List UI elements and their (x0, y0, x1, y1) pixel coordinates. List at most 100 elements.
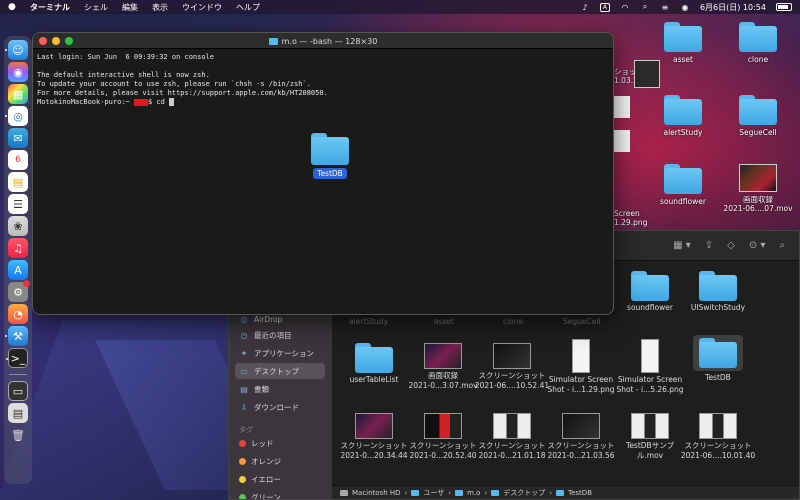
video-thumbnail (739, 164, 777, 192)
dock-minimized-window[interactable]: ▭ (8, 381, 28, 401)
tag-icon[interactable]: ◇ (727, 240, 735, 251)
sidebar-item-documents[interactable]: ▤ 書類 (235, 381, 325, 397)
desktop-icon-screen-recording[interactable]: 画面収録 2021-06....07.mov (723, 164, 793, 213)
menu-help[interactable]: ヘルプ (236, 2, 260, 13)
desktop-icon-asset[interactable]: asset (648, 22, 718, 64)
input-source-icon[interactable]: A (599, 2, 610, 12)
menu-window[interactable]: ウインドウ (182, 2, 222, 13)
dock-reminders[interactable]: ☰ (8, 194, 28, 214)
dock-music[interactable]: ♫ (8, 238, 28, 258)
control-center-icon[interactable]: ≡ (660, 2, 670, 12)
file-item-screenshot[interactable]: スクリーンショット 2021-0...21.01.18 (478, 413, 546, 461)
file-item-uiswitchstudy[interactable]: UISwitchStudy (685, 271, 751, 313)
share-icon[interactable]: ⇪ (705, 240, 713, 251)
file-item-simulator-screenshot[interactable]: Simulator Screen Shot - i...5.26.png (616, 339, 684, 395)
terminal-window[interactable]: m.o — -bash — 128×30 Last login: Sun Jun… (32, 32, 614, 315)
reminders-icon: ☰ (13, 197, 23, 211)
path-segment[interactable]: ユーザ (423, 488, 444, 498)
file-label: SegueCell (563, 317, 601, 326)
file-item-screenshot[interactable]: スクリーンショット 2021-06....10.01.40 (681, 413, 755, 461)
screenshot-thumbnail[interactable] (634, 60, 660, 88)
wifi-icon[interactable]: ◠ (620, 2, 630, 12)
dock-siri[interactable]: ◉ (8, 62, 28, 82)
siri-icon[interactable]: ◉ (680, 2, 690, 12)
folder-icon (268, 37, 278, 45)
file-item-screenshot[interactable]: スクリーンショット 2021-0...21.03.56 (547, 413, 615, 461)
folder-icon (664, 95, 702, 125)
tag-dot-icon (239, 439, 246, 447)
clock[interactable]: 6月6日(日) 10:54 (700, 2, 766, 13)
dock-calendar[interactable]: 6 (8, 150, 28, 170)
desktop-icon-clone[interactable]: clone (723, 22, 793, 64)
sidebar-tag-red[interactable]: レッド (235, 435, 325, 451)
sidebar-item-downloads[interactable]: ⇩ ダウンロード (235, 399, 325, 415)
desktop-icon-label-partial: Screen 1.29.png (614, 209, 648, 227)
app-menu[interactable]: ターミナル (30, 2, 70, 13)
dock-mail[interactable]: ✉ (8, 128, 28, 148)
sidebar-item-recents[interactable]: ◷ 最近の項目 (235, 327, 325, 343)
file-item-usertablelist[interactable]: userTableList (341, 343, 407, 385)
apps-icon: ✦ (240, 348, 248, 358)
path-segment[interactable]: m.o (467, 489, 480, 497)
folder-icon (411, 489, 420, 496)
dragged-folder[interactable]: TestDB (311, 133, 349, 179)
path-segment[interactable]: Macintosh HD (352, 489, 401, 497)
image-thumbnail (424, 413, 462, 439)
terminal-titlebar[interactable]: m.o — -bash — 128×30 (33, 33, 613, 49)
window-title: m.o — -bash — 128×30 (33, 33, 613, 49)
desktop-icon-soundflower[interactable]: soundflower (648, 164, 718, 206)
sidebar-tag-green[interactable]: グリーン (235, 489, 325, 499)
image-thumbnail (699, 413, 737, 439)
hammer-icon: ⚒ (13, 329, 23, 343)
folder-icon (699, 338, 737, 368)
sidebar-item-desktop[interactable]: ▭ デスクトップ (235, 363, 325, 379)
dock-photos[interactable]: ❀ (8, 216, 28, 236)
sidebar-tag-orange[interactable]: オレンジ (235, 453, 325, 469)
file-item-soundflower[interactable]: soundflower (617, 271, 683, 313)
desktop-icon-alertstudy[interactable]: alertStudy (648, 95, 718, 137)
file-item-simulator-screenshot[interactable]: Simulator Screen Shot - i...1.29.png (547, 339, 615, 395)
menu-shell[interactable]: シェル (84, 2, 108, 13)
screenshot-thumbnail[interactable] (614, 130, 630, 152)
more-icon[interactable]: ⊙ ▾ (749, 240, 766, 251)
sidebar-item-applications[interactable]: ✦ アプリケーション (235, 345, 325, 361)
clock-icon: ◷ (240, 330, 248, 340)
dock-chrome[interactable]: ◎ (5, 106, 28, 126)
file-item-screen-recording[interactable]: 画面収録 2021-0...3.07.mov (408, 343, 478, 391)
dock-downloads-stack[interactable]: ▤ (8, 403, 28, 423)
file-item-testdb[interactable]: TestDB (685, 335, 751, 383)
search-icon[interactable]: ⌕ (640, 2, 650, 12)
dock-finder[interactable]: ☺ (5, 40, 28, 60)
script-icon[interactable]: ♪ (580, 2, 590, 12)
dock-launchpad[interactable]: ▦ (8, 84, 28, 104)
file-item-screenshot[interactable]: スクリーンショット 2021-0...20.34.44 (340, 413, 408, 461)
sidebar-tag-yellow[interactable]: イエロー (235, 471, 325, 487)
menu-view[interactable]: 表示 (152, 2, 168, 13)
terminal-output[interactable]: Last login: Sun Jun 6 09:39:32 on consol… (33, 49, 613, 111)
dock-system-preferences[interactable]: ⚙ (8, 280, 30, 302)
file-item-screenshot[interactable]: スクリーンショット 2021-0...20.52.40 (409, 413, 477, 461)
file-item-testdb-sample-video[interactable]: TestDBサンプ ル.mov (617, 413, 683, 461)
file-item-screenshot[interactable]: スクリーンショット 2021-06....10.52.41 (475, 343, 549, 391)
menu-bar: ● ターミナル シェル 編集 表示 ウインドウ ヘルプ ♪ A ◠ ⌕ ≡ ◉ … (0, 0, 800, 14)
dock-firefox[interactable]: ◔ (8, 304, 28, 324)
siri-icon: ◉ (13, 65, 23, 79)
apple-menu-icon[interactable]: ● (8, 2, 18, 12)
screenshot-thumbnail[interactable] (614, 96, 630, 118)
tag-dot-icon (239, 457, 246, 465)
view-grid-icon[interactable]: ▦ ▾ (673, 240, 691, 251)
path-segment[interactable]: TestDB (568, 489, 592, 497)
dock-terminal[interactable]: >_ (6, 348, 28, 368)
search-icon[interactable]: ⌕ (779, 240, 785, 251)
dock-app-store[interactable]: A (8, 260, 28, 280)
menu-edit[interactable]: 編集 (122, 2, 138, 13)
dock-notes[interactable]: ▤ (8, 172, 28, 192)
trash-icon: 🗑 (11, 428, 25, 442)
dock-xcode[interactable]: ⚒ (5, 326, 28, 346)
desktop-icon-seguecell[interactable]: SegueCell (723, 95, 793, 137)
app-store-icon: A (14, 263, 22, 277)
path-segment[interactable]: デスクトップ (503, 488, 545, 498)
dock-trash[interactable]: 🗑 (8, 425, 28, 445)
firefox-icon: ◔ (13, 307, 23, 321)
battery-icon[interactable] (776, 3, 792, 11)
